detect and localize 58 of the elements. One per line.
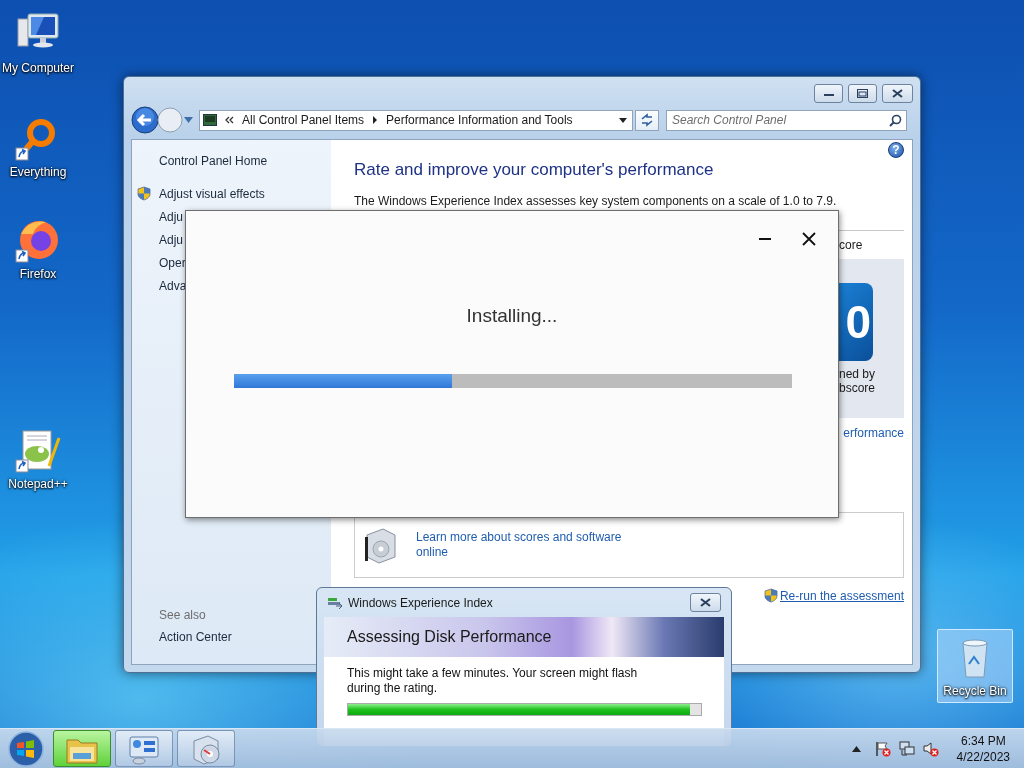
gauge-icon	[327, 595, 343, 610]
taskbar-button[interactable]	[177, 730, 235, 767]
close-icon	[700, 598, 711, 607]
refresh-button[interactable]	[635, 109, 659, 131]
desktop-icon-label[interactable]: Firefox	[19, 267, 57, 281]
close-button[interactable]	[690, 593, 721, 612]
desktop-item[interactable]: Firefox	[0, 212, 76, 286]
page-heading: Rate and improve your computer's performance	[354, 160, 715, 180]
address-bar[interactable]: All Control Panel Items Performance Information and Tools	[199, 109, 633, 131]
sidebar-link[interactable]: Oper	[159, 255, 186, 270]
taskbar-button[interactable]	[53, 730, 111, 767]
desktop-item[interactable]: My Computer	[0, 6, 76, 80]
message-text: This might take a few minutes. Your screen might flash during the rating.	[347, 666, 639, 696]
rerun-link[interactable]: Re-run the assessment	[779, 588, 904, 603]
software-box-icon	[363, 525, 399, 565]
score-tile: 0	[839, 283, 873, 361]
refresh-icon	[640, 113, 654, 127]
dropdown-caret-icon[interactable]	[619, 117, 627, 123]
dialog-heading: Assessing Disk Performance	[347, 628, 552, 646]
status-text: Installing...	[465, 305, 559, 327]
sidebar-link[interactable]: Adva	[159, 278, 187, 293]
desktop-icon-label[interactable]: My Computer	[2, 61, 74, 75]
clock-time[interactable]: 6:34 PM	[960, 732, 1006, 749]
minimize-button[interactable]	[814, 84, 843, 103]
description-text: The Windows Experience Index assesses key system components on a scale of 1.0 to 7.9.	[354, 194, 838, 208]
shield-icon	[763, 588, 778, 603]
breadcrumb-arrow-icon[interactable]	[372, 116, 379, 124]
sidebar-link[interactable]: Adjust visual effects	[159, 186, 265, 201]
sidebar-link[interactable]: Adju	[159, 232, 184, 247]
score-caption: bscore	[839, 381, 877, 395]
column-heading: core	[839, 237, 864, 254]
learn-more-link[interactable]: Learn more about scores and software online	[416, 530, 631, 560]
breadcrumb-item[interactable]: Performance Information and Tools	[386, 113, 573, 127]
back-button[interactable]	[131, 106, 159, 134]
flag-icon[interactable]	[874, 740, 891, 757]
speaker-icon[interactable]	[922, 740, 939, 757]
desktop-icon-label[interactable]: Everything	[9, 165, 67, 179]
double-chevron-icon	[225, 116, 234, 124]
maximize-icon	[857, 89, 868, 98]
control-panel-icon	[203, 114, 217, 126]
close-button[interactable]	[882, 84, 913, 103]
search-field[interactable]: Search Control Panel	[666, 109, 907, 131]
dialog-title: Windows Experience Index	[348, 595, 493, 610]
clock-date[interactable]: 4/22/2023	[956, 748, 1010, 765]
score-caption: ned by	[839, 367, 877, 381]
network-icon[interactable]	[898, 740, 915, 757]
performance-link[interactable]: erformance	[839, 426, 904, 440]
caret-icon[interactable]	[851, 745, 861, 752]
close-icon[interactable]	[802, 232, 816, 246]
breadcrumb-item[interactable]: All Control Panel Items	[242, 113, 365, 127]
see-also-heading: See also	[159, 608, 207, 622]
maximize-button[interactable]	[848, 84, 877, 103]
taskbar-button[interactable]	[115, 730, 173, 767]
sidebar-link[interactable]: Control Panel Home	[132, 154, 331, 168]
sidebar-link[interactable]: Adju	[159, 209, 184, 224]
desktop-item[interactable]: Everything	[0, 110, 76, 184]
close-icon	[892, 89, 903, 98]
search-icon	[889, 113, 902, 127]
